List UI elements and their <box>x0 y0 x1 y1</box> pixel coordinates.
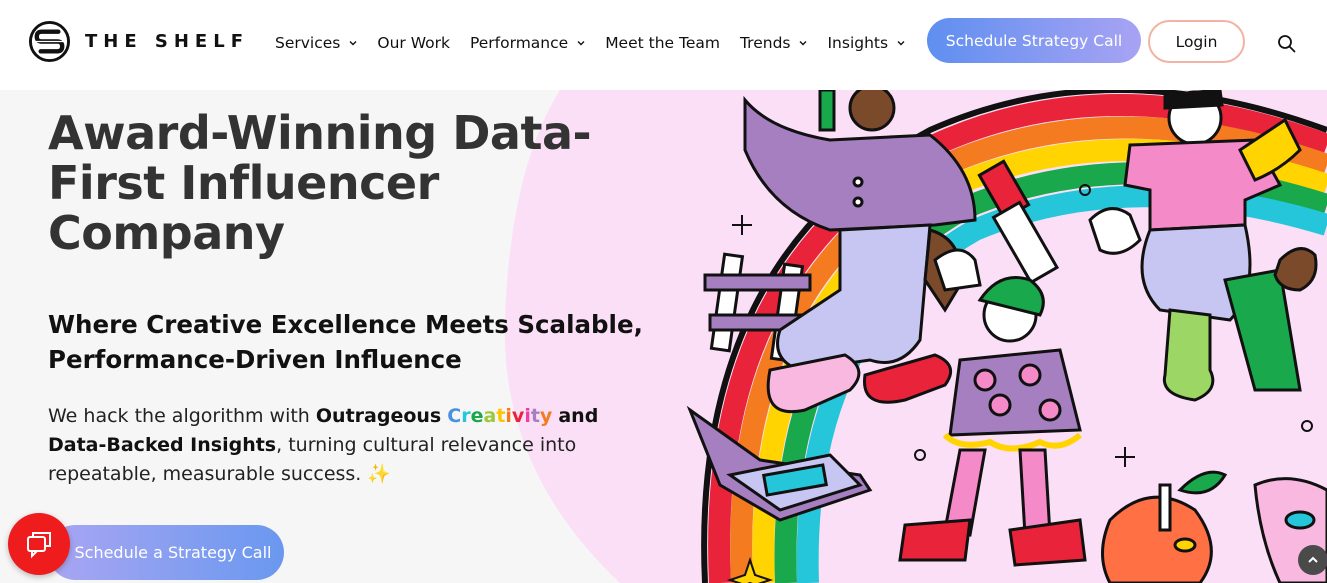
rainbow-letter: y <box>539 405 553 427</box>
chat-widget-button[interactable] <box>8 513 70 575</box>
nav-item-services[interactable]: Services <box>275 34 357 52</box>
schedule-strategy-call-button[interactable]: Schedule Strategy Call <box>927 18 1141 63</box>
hero-subheadline: Where Creative Excellence Meets Scalable… <box>48 310 643 374</box>
sparkles-icon: ✨ <box>367 463 392 485</box>
chevron-up-icon <box>1308 556 1318 563</box>
nav-item-label: Services <box>275 34 341 52</box>
chat-bubble-icon <box>27 532 51 559</box>
body-bold-data-backed: Data-Backed Insights <box>48 434 277 456</box>
nav-item-label: Meet the Team <box>605 34 720 52</box>
chevron-down-icon <box>577 41 585 46</box>
chevron-down-icon <box>349 41 357 46</box>
schedule-a-strategy-call-button[interactable]: Schedule a Strategy Call <box>48 525 284 580</box>
nav-item-performance[interactable]: Performance <box>470 34 585 52</box>
rainbow-letter: r <box>461 405 471 427</box>
rainbow-letter: t <box>530 405 540 427</box>
hero-headline: Award-Winning Data-First Influencer Comp… <box>48 106 592 260</box>
login-button[interactable]: Login <box>1148 20 1245 63</box>
body-bold-outrageous: Outrageous <box>315 405 442 427</box>
nav-item-label: Insights <box>827 34 889 52</box>
rainbow-letter: v <box>511 405 525 427</box>
hero-section: Award-Winning Data-First Influencer Comp… <box>0 90 1327 583</box>
rainbow-creativity-word: Creativity <box>447 405 552 427</box>
nav-item-label: Performance <box>469 34 569 52</box>
nav-item-trends[interactable]: Trends <box>740 34 808 52</box>
body-bold-and: and <box>558 405 599 427</box>
body-prefix: We hack the algorithm with <box>48 405 316 427</box>
chevron-down-icon <box>799 41 807 46</box>
hero-body-text: We hack the algorithm with Outrageous Cr… <box>48 402 638 489</box>
nav-item-label: Trends <box>739 34 791 52</box>
nav-item-label: Our Work <box>377 34 450 52</box>
scroll-to-top-button[interactable] <box>1298 545 1327 575</box>
nav-item-our-work[interactable]: Our Work <box>377 34 450 52</box>
chevron-down-icon <box>897 41 905 46</box>
logo[interactable]: THE SHELF <box>28 20 249 63</box>
nav-item-meet-the-team[interactable]: Meet the Team <box>605 34 720 52</box>
nav-item-insights[interactable]: Insights <box>827 34 905 52</box>
rainbow-letter: e <box>470 405 484 427</box>
rainbow-letter: a <box>483 405 497 427</box>
search-icon[interactable] <box>1276 33 1298 55</box>
brand-name: THE SHELF <box>85 31 249 52</box>
site-header: THE SHELF Services Our Work Performance … <box>0 0 1327 90</box>
shelf-s-logo-icon <box>28 20 71 63</box>
rainbow-letter: C <box>447 405 462 427</box>
main-nav: Services Our Work Performance Meet the T… <box>275 34 925 52</box>
